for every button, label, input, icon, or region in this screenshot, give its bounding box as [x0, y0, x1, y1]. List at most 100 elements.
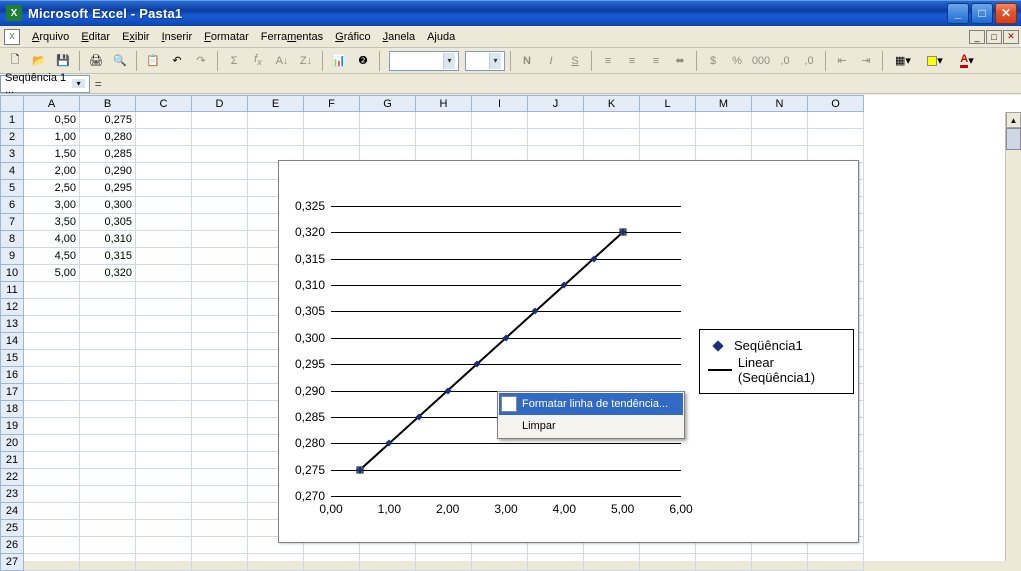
cell[interactable] — [136, 197, 192, 214]
cell[interactable] — [192, 299, 248, 316]
maximize-button[interactable]: □ — [971, 3, 993, 24]
row-header-27[interactable]: 27 — [0, 554, 24, 571]
cell[interactable] — [192, 486, 248, 503]
cell[interactable]: 3,50 — [24, 214, 80, 231]
trendline-context-menu[interactable]: ▤ Formatar linha de tendência... Limpar — [497, 391, 685, 439]
cell[interactable] — [528, 129, 584, 146]
legend-entry-series[interactable]: Seqüência1 — [708, 338, 845, 353]
cell[interactable] — [640, 112, 696, 129]
cell[interactable]: 3,00 — [24, 197, 80, 214]
cell[interactable]: 0,295 — [80, 180, 136, 197]
row-header-3[interactable]: 3 — [0, 146, 24, 163]
menu-gráfico[interactable]: Gráfico — [329, 29, 376, 45]
col-header-C[interactable]: C — [136, 95, 192, 112]
cell[interactable] — [640, 129, 696, 146]
cell[interactable] — [136, 163, 192, 180]
cell[interactable] — [136, 537, 192, 554]
cell[interactable] — [136, 435, 192, 452]
cell[interactable] — [192, 197, 248, 214]
col-header-F[interactable]: F — [304, 95, 360, 112]
cell[interactable] — [752, 129, 808, 146]
col-header-J[interactable]: J — [528, 95, 584, 112]
cell[interactable] — [24, 554, 80, 571]
col-header-N[interactable]: N — [752, 95, 808, 112]
cell[interactable] — [192, 503, 248, 520]
cell[interactable]: 5,00 — [24, 265, 80, 282]
cell[interactable]: 0,320 — [80, 265, 136, 282]
cell[interactable] — [80, 503, 136, 520]
cell[interactable]: 4,50 — [24, 248, 80, 265]
cell[interactable] — [80, 469, 136, 486]
cell[interactable] — [136, 418, 192, 435]
scroll-up-icon[interactable]: ▲ — [1006, 112, 1021, 128]
trendline[interactable] — [331, 206, 681, 496]
cell[interactable] — [192, 350, 248, 367]
currency-icon[interactable]: $ — [702, 50, 724, 72]
context-format-trendline[interactable]: ▤ Formatar linha de tendência... — [499, 393, 683, 415]
cell[interactable] — [192, 248, 248, 265]
redo-icon[interactable]: ↷ — [190, 50, 212, 72]
cell[interactable] — [136, 112, 192, 129]
cell[interactable] — [136, 299, 192, 316]
row-header-8[interactable]: 8 — [0, 231, 24, 248]
cell[interactable]: 1,00 — [24, 129, 80, 146]
col-header-O[interactable]: O — [808, 95, 864, 112]
cell[interactable] — [472, 129, 528, 146]
cell[interactable] — [248, 554, 304, 571]
cell[interactable] — [24, 282, 80, 299]
col-header-L[interactable]: L — [640, 95, 696, 112]
font-color-icon[interactable]: A▾ — [952, 50, 982, 72]
cell[interactable] — [136, 333, 192, 350]
row-header-13[interactable]: 13 — [0, 316, 24, 333]
context-clear[interactable]: Limpar — [499, 415, 683, 437]
row-header-22[interactable]: 22 — [0, 469, 24, 486]
font-name-combo[interactable]: ▾ — [389, 51, 459, 71]
mdi-minimize-button[interactable]: _ — [969, 30, 985, 44]
cell[interactable]: 1,50 — [24, 146, 80, 163]
cell[interactable] — [416, 129, 472, 146]
cell[interactable] — [192, 384, 248, 401]
chart-plot-area[interactable]: 0,2700,2750,2800,2850,2900,2950,3000,305… — [331, 206, 681, 496]
row-header-12[interactable]: 12 — [0, 299, 24, 316]
cell[interactable] — [24, 333, 80, 350]
cell[interactable] — [192, 554, 248, 571]
cell[interactable] — [80, 282, 136, 299]
cell[interactable] — [752, 112, 808, 129]
cell[interactable] — [24, 452, 80, 469]
row-header-19[interactable]: 19 — [0, 418, 24, 435]
borders-icon[interactable]: ▦▾ — [888, 50, 918, 72]
col-header-E[interactable]: E — [248, 95, 304, 112]
cell[interactable] — [808, 554, 864, 571]
cell[interactable] — [192, 146, 248, 163]
select-all-corner[interactable] — [0, 95, 24, 112]
col-header-G[interactable]: G — [360, 95, 416, 112]
cell[interactable] — [136, 384, 192, 401]
dec-indent-icon[interactable]: ⇤ — [831, 50, 853, 72]
cell[interactable] — [360, 554, 416, 571]
cell[interactable] — [80, 316, 136, 333]
cell[interactable] — [192, 367, 248, 384]
cell[interactable] — [696, 112, 752, 129]
row-header-10[interactable]: 10 — [0, 265, 24, 282]
cell[interactable]: 0,290 — [80, 163, 136, 180]
cell[interactable] — [192, 282, 248, 299]
row-header-17[interactable]: 17 — [0, 384, 24, 401]
mdi-close-button[interactable]: ✕ — [1003, 30, 1019, 44]
cell[interactable] — [136, 452, 192, 469]
col-header-K[interactable]: K — [584, 95, 640, 112]
row-header-23[interactable]: 23 — [0, 486, 24, 503]
cell[interactable] — [192, 333, 248, 350]
cell[interactable]: 0,285 — [80, 146, 136, 163]
row-header-21[interactable]: 21 — [0, 452, 24, 469]
cell[interactable] — [24, 435, 80, 452]
cell[interactable] — [24, 299, 80, 316]
cell[interactable] — [24, 401, 80, 418]
cell[interactable] — [248, 112, 304, 129]
cell[interactable]: 2,00 — [24, 163, 80, 180]
percent-icon[interactable]: % — [726, 50, 748, 72]
cell[interactable] — [136, 367, 192, 384]
cell[interactable] — [304, 129, 360, 146]
cell[interactable] — [192, 401, 248, 418]
sort-desc-icon[interactable]: Z↓ — [295, 50, 317, 72]
cell[interactable] — [584, 112, 640, 129]
